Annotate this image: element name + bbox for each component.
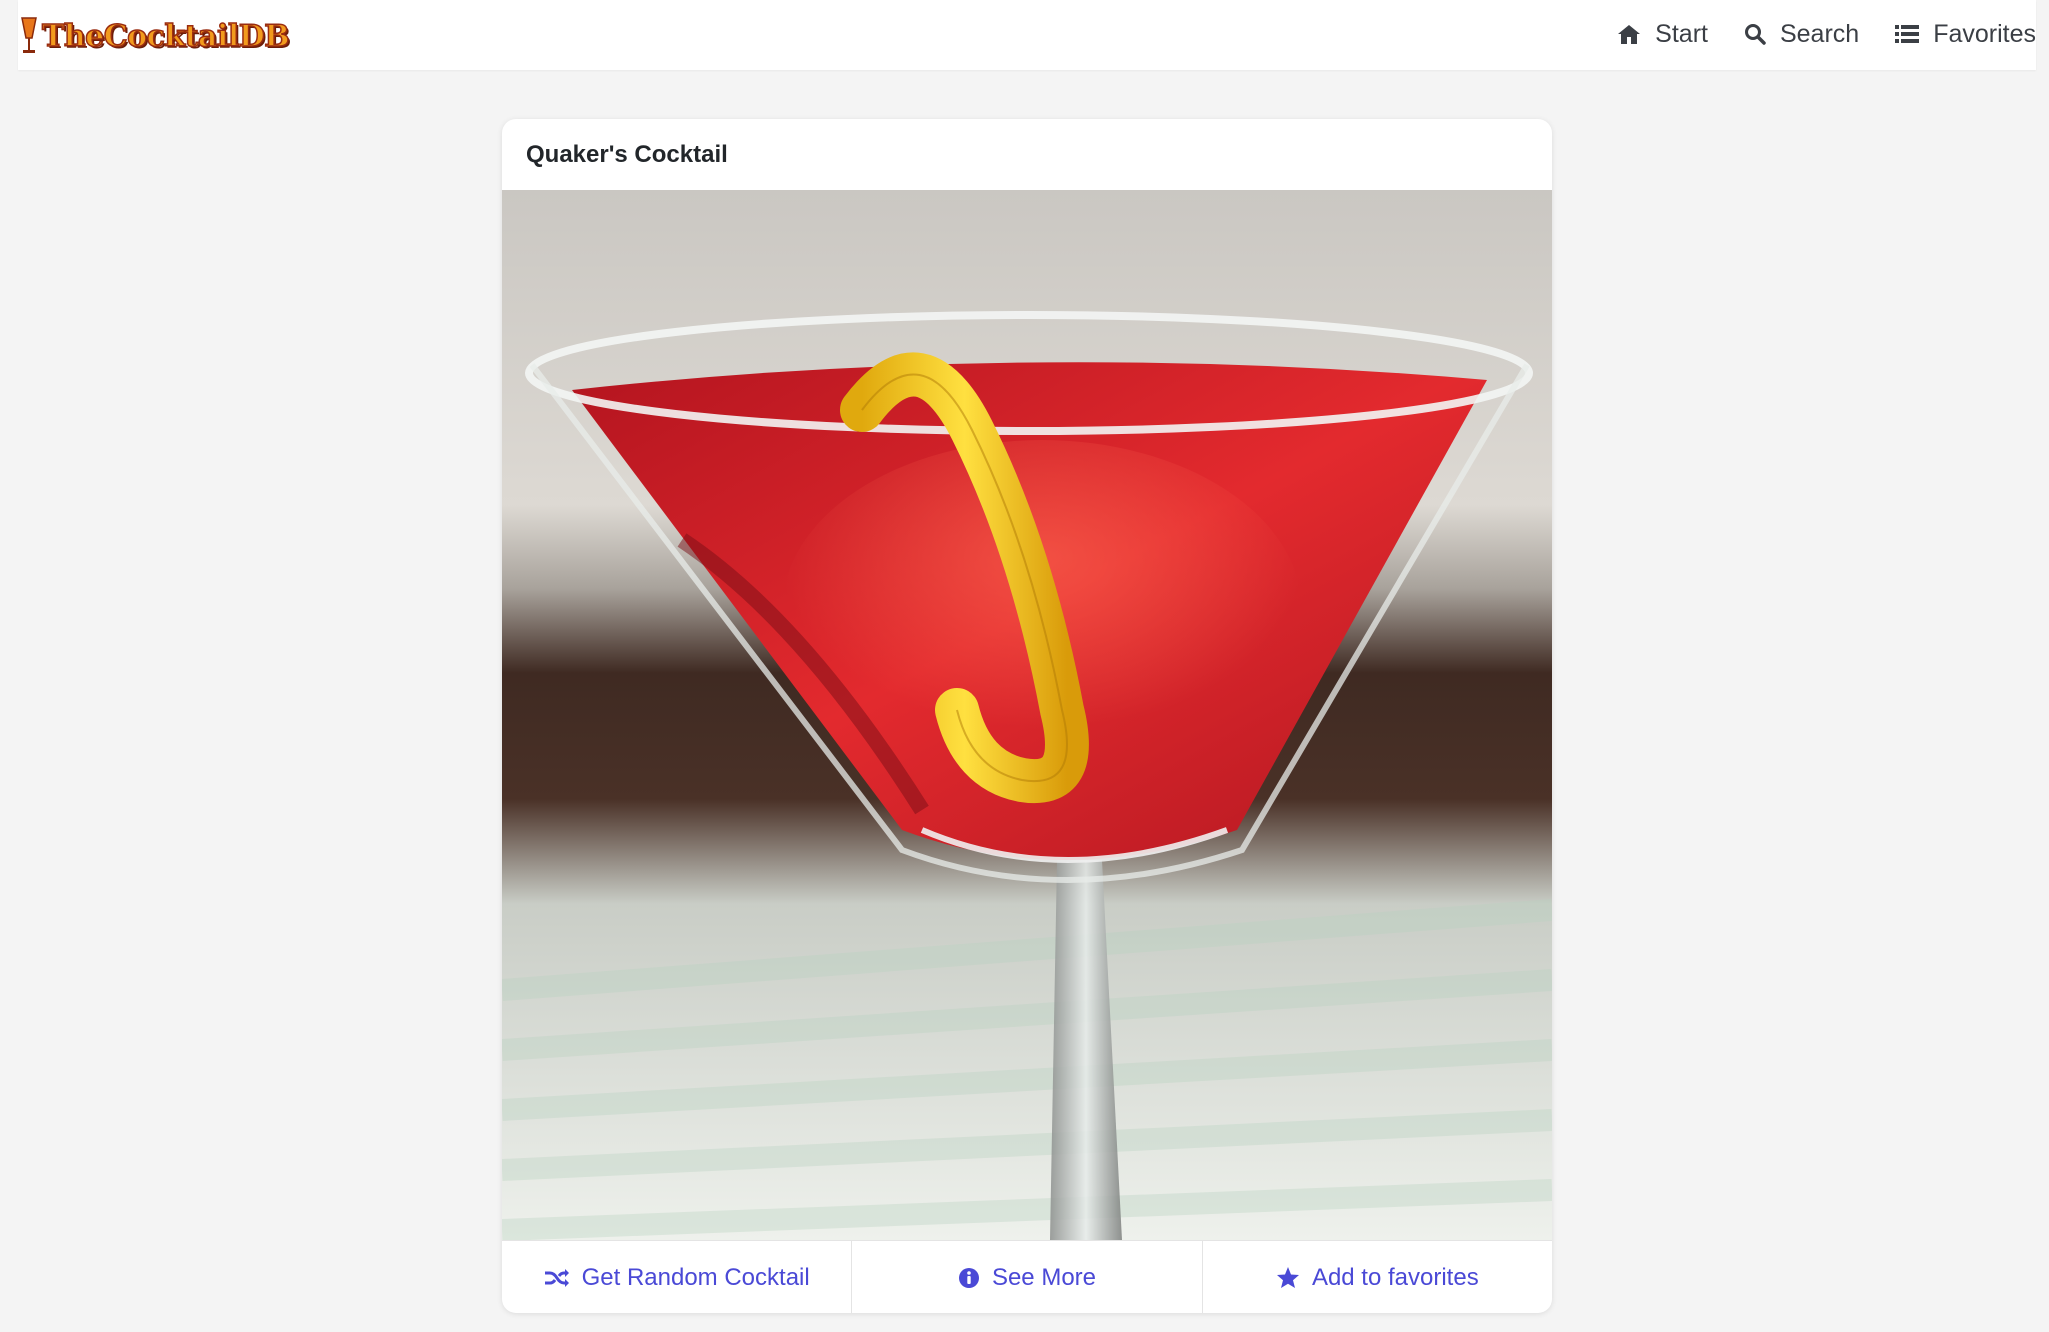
add-to-favorites-label: Add to favorites: [1311, 1263, 1479, 1291]
nav-start-label: Start: [1655, 19, 1708, 48]
top-navbar: TheCocktailDB Start Search Favorites: [18, 0, 2036, 70]
shuffle-icon: [544, 1268, 569, 1287]
card-actions: Get Random Cocktail See More Add to favo…: [502, 1240, 1552, 1313]
nav-start[interactable]: Start: [1617, 20, 1708, 49]
nav-search[interactable]: Search: [1744, 20, 1859, 49]
search-icon: [1744, 24, 1766, 45]
see-more-button[interactable]: See More: [851, 1241, 1201, 1313]
cocktail-title: Quaker's Cocktail: [526, 140, 728, 168]
nav-menu: Start Search Favorites: [1617, 0, 2036, 68]
brand-name: TheCocktailDB: [41, 18, 290, 55]
cocktail-card: Quaker's Cocktail Get Random Cocktail Se…: [502, 119, 1552, 1313]
add-to-favorites-button[interactable]: Add to favorites: [1201, 1241, 1552, 1313]
star-icon: [1276, 1267, 1299, 1288]
nav-favorites[interactable]: Favorites: [1895, 20, 2036, 49]
get-random-cocktail-button[interactable]: Get Random Cocktail: [502, 1241, 851, 1313]
cocktail-glass-logo-icon: [21, 17, 37, 53]
see-more-label: See More: [991, 1263, 1097, 1291]
nav-search-label: Search: [1779, 19, 1860, 48]
nav-favorites-label: Favorites: [1933, 19, 2036, 48]
brand-logo[interactable]: TheCocktailDB: [20, 8, 290, 64]
get-random-cocktail-label: Get Random Cocktail: [581, 1263, 810, 1291]
list-icon: [1895, 25, 1920, 43]
info-circle-icon: [958, 1267, 979, 1288]
home-icon: [1618, 25, 1641, 44]
cocktail-photo: [502, 190, 1552, 1240]
